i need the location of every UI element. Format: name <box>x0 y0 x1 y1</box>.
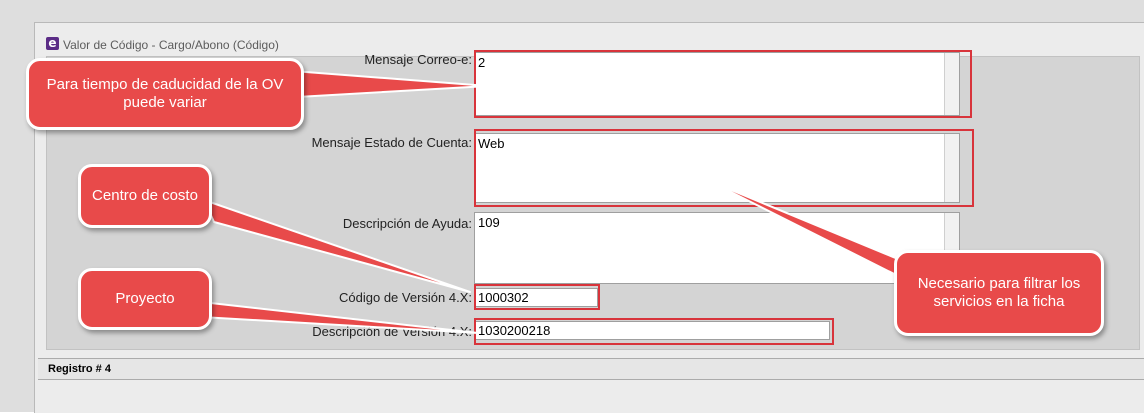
annotation-caducidad: Para tiempo de caducidad de la OV puede … <box>26 58 304 130</box>
label-codigo-version: Código de Versión 4.X: <box>339 290 472 305</box>
label-descripcion-ayuda: Descripción de Ayuda: <box>342 216 472 231</box>
annotation-proyecto: Proyecto <box>78 268 212 330</box>
highlight-box <box>474 50 972 118</box>
field-descripcion-ayuda-value: 109 <box>478 215 500 230</box>
annotation-centro-costo: Centro de costo <box>78 164 212 228</box>
status-bar: Registro # 4 <box>38 358 1144 380</box>
label-descripcion-version: Descripción de Versión 4.X: <box>312 324 472 339</box>
highlight-box <box>474 284 600 310</box>
label-mensaje-estado-cuenta: Mensaje Estado de Cuenta: <box>311 135 472 150</box>
label-mensaje-correo: Mensaje Correo-e: <box>364 52 472 67</box>
record-count: Registro # 4 <box>48 363 111 375</box>
annotation-filtrar: Necesario para filtrar los servicios en … <box>894 250 1104 336</box>
field-descripcion-ayuda[interactable]: 109 <box>474 212 960 284</box>
window-title: Valor de Código - Cargo/Abono (Código) <box>63 38 279 52</box>
app-logo-icon: e <box>46 37 59 50</box>
highlight-box <box>474 318 834 345</box>
highlight-box <box>474 129 974 207</box>
